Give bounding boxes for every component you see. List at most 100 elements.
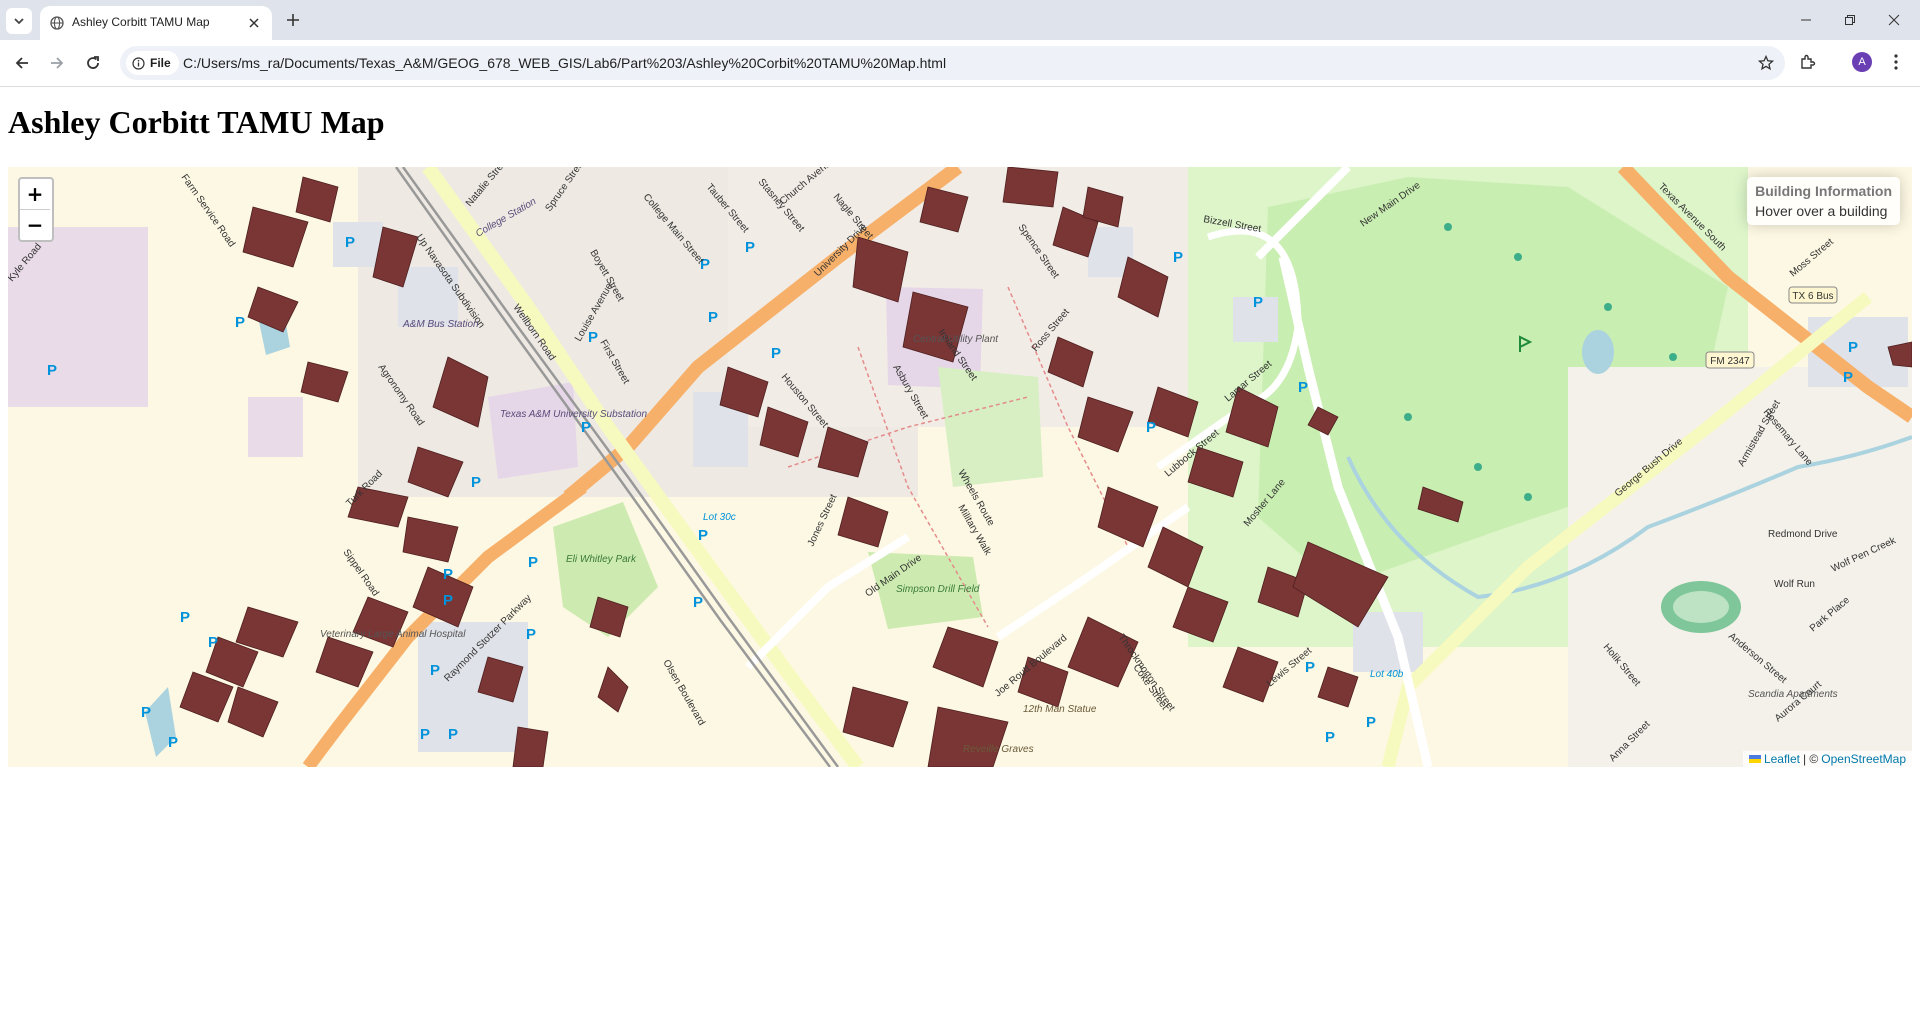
parking-symbol: P: [448, 726, 458, 743]
parking-symbol: P: [1253, 294, 1263, 311]
bookmark-button[interactable]: [1755, 52, 1777, 74]
parking-symbol: P: [443, 566, 453, 583]
close-tab-icon: [249, 18, 259, 28]
running-track-infield: [1673, 591, 1729, 623]
site-info-chip[interactable]: File: [126, 51, 179, 75]
building-polygon: [295, 176, 339, 223]
east-neighborhood: [1568, 367, 1912, 767]
place-label: Reveille Graves: [963, 744, 1034, 755]
parking-symbol: P: [168, 734, 178, 751]
parking-symbol: P: [47, 362, 57, 379]
attribution-separator: | ©: [1802, 752, 1819, 766]
back-icon: [15, 57, 28, 69]
forward-icon: [51, 57, 64, 69]
leaflet-link[interactable]: Leaflet: [1764, 752, 1800, 766]
window-close-button[interactable]: [1874, 6, 1914, 34]
parking-symbol: P: [471, 474, 481, 491]
parking-symbol: P: [443, 592, 453, 609]
place-label: Texas A&M University Substation: [500, 409, 648, 420]
tab-list-icon: [14, 18, 24, 25]
zoom-out-button[interactable]: −: [20, 209, 50, 240]
parking-symbol: P: [1146, 419, 1156, 436]
tab-title: Ashley Corbitt TAMU Map: [72, 15, 210, 29]
substation-area: [488, 382, 578, 479]
place-label: Veterinary Large Animal Hospital: [320, 629, 466, 640]
street-label: Jones Street: [806, 493, 840, 549]
place-label: A&M Bus Station: [402, 319, 479, 330]
street-label: Olsen Boulevard: [660, 658, 706, 728]
reload-button[interactable]: [81, 51, 105, 75]
parking-symbol: P: [526, 626, 536, 643]
basemap-tiles[interactable]: P P P P P P P P P P P P P P P P P P P P …: [8, 167, 1912, 767]
browser-toolbar: File C:/Users/ms_ra/Documents/Texas_A&M/…: [0, 40, 1920, 87]
forward-button[interactable]: [45, 51, 69, 75]
street-label: Wolf Run: [1774, 579, 1815, 590]
extensions-icon: [1801, 54, 1816, 69]
golf-tee-marker: [1444, 223, 1452, 231]
building-polygon: [842, 686, 909, 748]
place-label: Simpson Drill Field: [896, 584, 980, 595]
street-label: Redmond Drive: [1768, 529, 1838, 540]
parking-symbol: P: [708, 309, 718, 326]
building-polygon: [1222, 646, 1279, 703]
browser-tab[interactable]: Ashley Corbitt TAMU Map: [40, 6, 272, 40]
address-bar[interactable]: File C:/Users/ms_ra/Documents/Texas_A&M/…: [120, 46, 1785, 80]
minimize-button[interactable]: [1786, 6, 1826, 34]
parking-symbol: P: [1366, 714, 1376, 731]
building-polygon: [932, 626, 999, 688]
zoom-control: + −: [18, 177, 54, 242]
building-polygon: [242, 206, 309, 268]
parking-lot: [333, 222, 383, 267]
favicon-globe-icon: [50, 16, 64, 30]
building-polygon: [247, 286, 299, 333]
building-polygon: [512, 726, 549, 767]
building-polygon: [597, 666, 629, 713]
place-label: Scandia Apartments: [1748, 689, 1838, 700]
golf-tee-marker: [1669, 353, 1677, 361]
bookmark-star-icon: [1758, 55, 1774, 71]
place-label: Lot 30c: [703, 512, 736, 523]
new-tab-button[interactable]: [282, 9, 304, 31]
parking-symbol: P: [693, 594, 703, 611]
parking-symbol: P: [1843, 369, 1853, 386]
zoom-in-button[interactable]: +: [20, 179, 50, 209]
street-label: Throckmorton Street: [1116, 632, 1177, 713]
back-button[interactable]: [10, 51, 34, 75]
golf-tee-marker: [1604, 303, 1612, 311]
parking-symbol: P: [345, 234, 355, 251]
info-message: Hover over a building: [1755, 203, 1888, 219]
osm-link[interactable]: OpenStreetMap: [1821, 752, 1906, 766]
parking-symbol: P: [581, 419, 591, 436]
restore-button[interactable]: [1830, 6, 1870, 34]
parking-symbol: P: [208, 634, 218, 651]
building-polygon: [227, 686, 279, 738]
tab-strip: Ashley Corbitt TAMU Map: [0, 0, 1920, 40]
page-title: Ashley Corbitt TAMU Map: [8, 104, 385, 140]
route-shield-label: FM 2347: [1710, 356, 1750, 367]
browser-menu-button[interactable]: [1886, 50, 1906, 74]
golf-tee-marker: [1514, 253, 1522, 261]
site-chip-label: File: [150, 56, 171, 70]
extensions-button[interactable]: [1796, 50, 1820, 74]
parking-symbol: P: [235, 314, 245, 331]
parking-symbol: P: [141, 704, 151, 721]
tab-list-button[interactable]: [6, 8, 32, 34]
street-label: Farm Service Road: [179, 172, 237, 249]
url-text[interactable]: C:/Users/ms_ra/Documents/Texas_A&M/GEOG_…: [183, 55, 946, 71]
street-label: Moss Street: [1788, 236, 1836, 279]
building-polygon: [837, 496, 889, 548]
building-polygon: [402, 516, 459, 563]
parking-symbol: P: [1325, 729, 1335, 746]
place-label: Eli Whitley Park: [566, 554, 637, 565]
info-title: Building Information: [1755, 183, 1892, 199]
farmland-area-2: [248, 397, 303, 457]
ukraine-flag-icon: [1748, 755, 1761, 763]
close-tab-button[interactable]: [246, 15, 262, 31]
golf-tee-marker: [1474, 463, 1482, 471]
building-polygon: [315, 636, 374, 688]
parking-symbol: P: [180, 609, 190, 626]
building-polygon: [300, 361, 349, 403]
profile-avatar[interactable]: A: [1852, 52, 1872, 72]
leaflet-map[interactable]: P P P P P P P P P P P P P P P P P P P P …: [8, 167, 1912, 767]
route-shield-fm2347: FM 2347: [1705, 351, 1755, 369]
